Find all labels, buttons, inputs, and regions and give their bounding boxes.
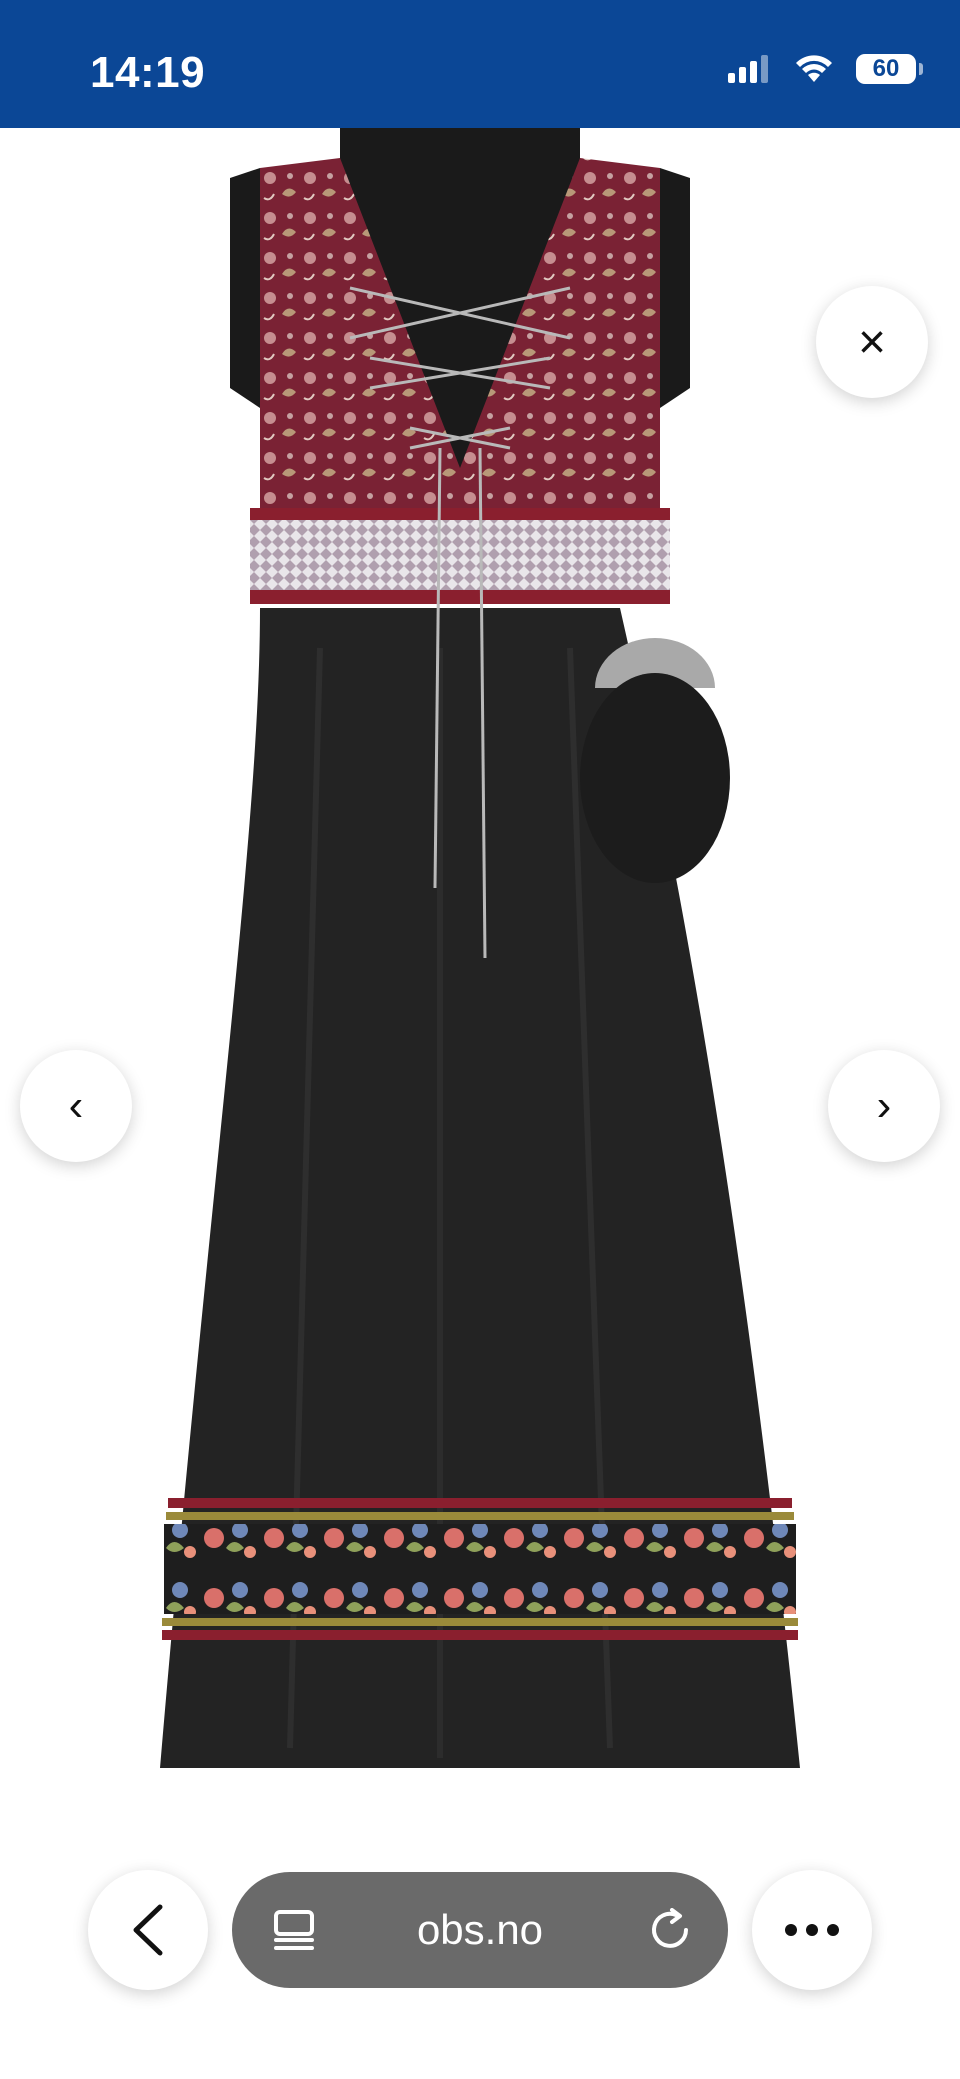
more-dots-icon: [785, 1924, 839, 1936]
status-icons: 60: [728, 54, 923, 84]
close-icon: ×: [857, 315, 887, 369]
battery-icon: 60: [856, 54, 923, 84]
next-image-button[interactable]: ›: [828, 1050, 940, 1162]
status-bar: 14:19 60: [0, 0, 960, 128]
product-image: [160, 128, 800, 1768]
cellular-signal-icon: [728, 55, 768, 83]
chevron-right-icon: ›: [876, 1081, 892, 1130]
previous-image-button[interactable]: ‹: [20, 1050, 132, 1162]
reader-mode-icon[interactable]: [272, 1908, 316, 1952]
wifi-icon: [796, 55, 832, 82]
image-viewer: × ‹ ›: [0, 128, 960, 1848]
clock: 14:19: [90, 48, 206, 97]
reload-icon[interactable]: [648, 1908, 692, 1952]
close-button[interactable]: ×: [816, 286, 928, 398]
back-button[interactable]: [88, 1870, 208, 1990]
more-button[interactable]: [752, 1870, 872, 1990]
chevron-left-icon: ‹: [68, 1081, 84, 1130]
chevron-left-icon: [133, 1904, 163, 1956]
battery-level: 60: [872, 55, 900, 82]
address-bar[interactable]: obs.no: [232, 1872, 728, 1988]
url-text: obs.no: [416, 1906, 544, 1953]
